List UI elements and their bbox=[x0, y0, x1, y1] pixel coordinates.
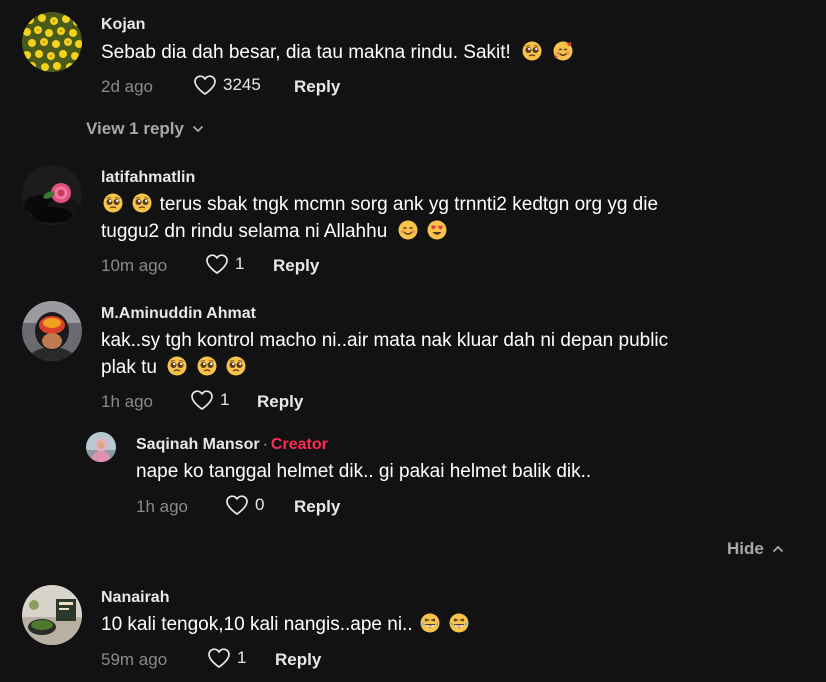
avatar[interactable] bbox=[86, 432, 116, 462]
like-count: 1 bbox=[237, 648, 247, 667]
like-button[interactable]: 1 bbox=[205, 253, 244, 275]
tears-of-joy-emoji-icon bbox=[449, 613, 469, 633]
comment-time: 2d ago bbox=[101, 77, 153, 96]
like-count: 1 bbox=[235, 254, 245, 273]
heart-icon bbox=[225, 494, 249, 516]
heart-icon bbox=[190, 389, 214, 411]
username[interactable]: M.Aminuddin Ahmat bbox=[101, 305, 256, 323]
comment-text: 10 kali tengok,10 kali nangis..ape ni.. bbox=[101, 611, 471, 638]
avatar[interactable] bbox=[22, 165, 82, 225]
username[interactable]: latifahmatlin bbox=[101, 169, 195, 187]
like-count: 3245 bbox=[223, 75, 261, 94]
comment-text-content: terus sbak tngk mcmn sorg ank yg trnnti2… bbox=[159, 194, 659, 215]
reply-button[interactable]: Reply bbox=[273, 256, 319, 276]
heart-icon bbox=[207, 647, 231, 669]
pleading-face-emoji-icon bbox=[522, 41, 542, 61]
like-button[interactable]: 3245 bbox=[193, 74, 261, 96]
hide-replies-button[interactable]: Hide bbox=[727, 539, 784, 559]
heart-icon bbox=[205, 253, 229, 275]
comment-text: Sebab dia dah besar, dia tau makna rindu… bbox=[101, 39, 575, 66]
like-count: 0 bbox=[255, 495, 265, 514]
heart-eyes-emoji-icon bbox=[427, 220, 447, 240]
like-button[interactable]: 0 bbox=[225, 494, 264, 516]
like-button[interactable]: 1 bbox=[207, 647, 246, 669]
username[interactable]: Nanairah bbox=[101, 589, 169, 607]
tears-of-joy-emoji-icon bbox=[420, 613, 440, 633]
reply-time: 1h ago bbox=[136, 497, 188, 516]
like-button[interactable]: 1 bbox=[190, 389, 229, 411]
comment-time: 1h ago bbox=[101, 392, 153, 411]
comment-text-content: Sebab dia dah besar, dia tau makna rindu… bbox=[101, 42, 511, 63]
pleading-face-emoji-icon bbox=[167, 356, 187, 376]
username: Saqinah Mansor · Creator bbox=[136, 436, 328, 454]
pleading-face-emoji-icon bbox=[103, 193, 123, 213]
chevron-down-icon bbox=[192, 125, 204, 133]
smiling-face-with-hearts-emoji-icon bbox=[553, 41, 573, 61]
comment-text-content: 10 kali tengok,10 kali nangis..ape ni.. bbox=[101, 614, 413, 635]
chevron-up-icon bbox=[772, 545, 784, 553]
comment-text-line: kak..sy tgh kontrol macho ni..air mata n… bbox=[101, 330, 669, 351]
pleading-face-emoji-icon bbox=[132, 193, 152, 213]
heart-icon bbox=[193, 74, 217, 96]
reply-button[interactable]: Reply bbox=[275, 650, 321, 670]
view-replies-button[interactable]: View 1 reply bbox=[86, 119, 204, 139]
like-count: 1 bbox=[220, 390, 230, 409]
comment-text-content: tuggu2 dn rindu selama ni Allahhu bbox=[101, 221, 388, 242]
avatar[interactable] bbox=[22, 12, 82, 72]
comment-text-line: plak tu bbox=[101, 354, 761, 381]
avatar[interactable] bbox=[22, 301, 82, 361]
comment-time: 10m ago bbox=[101, 256, 168, 275]
avatar[interactable] bbox=[22, 585, 82, 645]
smiling-face-emoji-icon bbox=[398, 220, 418, 240]
pleading-face-emoji-icon bbox=[226, 356, 246, 376]
comment-text: kak..sy tgh kontrol macho ni..air mata n… bbox=[101, 327, 761, 381]
comment-text-line: tuggu2 dn rindu selama ni Allahhu bbox=[101, 218, 741, 245]
hide-label: Hide bbox=[727, 539, 764, 558]
view-replies-label: View 1 reply bbox=[86, 119, 184, 138]
creator-badge: Creator bbox=[270, 436, 328, 453]
comment-text-line: terus sbak tngk mcmn sorg ank yg trnnti2… bbox=[101, 191, 741, 218]
username[interactable]: Kojan bbox=[101, 16, 145, 34]
comment-text: terus sbak tngk mcmn sorg ank yg trnnti2… bbox=[101, 191, 741, 245]
separator: · bbox=[262, 436, 268, 453]
comment-time: 59m ago bbox=[101, 650, 168, 669]
reply-username[interactable]: Saqinah Mansor bbox=[136, 436, 260, 453]
comment-text-content: plak tu bbox=[101, 357, 157, 378]
reply-button[interactable]: Reply bbox=[294, 497, 340, 517]
reply-text: nape ko tanggal helmet dik.. gi pakai he… bbox=[136, 461, 592, 482]
reply-button[interactable]: Reply bbox=[294, 77, 340, 97]
pleading-face-emoji-icon bbox=[197, 356, 217, 376]
reply-button[interactable]: Reply bbox=[257, 392, 303, 412]
